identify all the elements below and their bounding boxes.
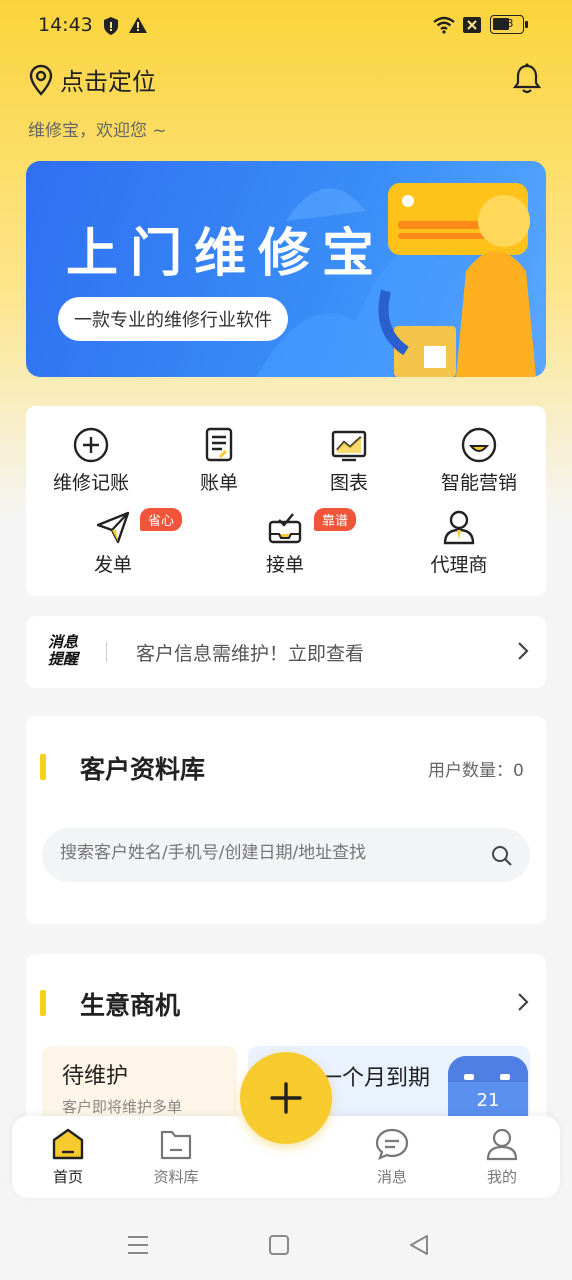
- send-icon: [96, 511, 130, 544]
- person-icon: [443, 510, 475, 545]
- user-icon: [486, 1128, 518, 1161]
- shield-alert-icon: [104, 17, 118, 35]
- status-bar: 14:43 53: [0, 0, 572, 52]
- banner-title: 上门维修宝: [66, 224, 387, 284]
- status-time: 14:43: [38, 14, 93, 36]
- action-label: 代理商: [430, 554, 488, 576]
- chevron-right-icon[interactable]: [516, 991, 530, 1013]
- nav-label: 首页: [52, 1168, 83, 1186]
- battery-level: 53: [499, 17, 514, 30]
- nav-library[interactable]: 资料库: [136, 1126, 216, 1187]
- home-icon: [52, 1128, 84, 1160]
- customer-search-input[interactable]: [60, 843, 480, 863]
- warning-icon: [129, 17, 147, 33]
- notice-bar[interactable]: 消息提醒 客户信息需维护！立即查看: [26, 616, 546, 688]
- battery-icon: 53: [490, 15, 524, 34]
- wifi-icon: [433, 16, 455, 34]
- section-accent-bar: [40, 754, 46, 780]
- section-title: 客户资料库: [80, 755, 206, 784]
- card-title: 待维护: [62, 1064, 129, 1089]
- action-label: 维修记账: [52, 472, 129, 494]
- chevron-right-icon: [518, 642, 529, 660]
- action-label: 智能营销: [440, 472, 517, 494]
- nav-label: 消息: [376, 1168, 407, 1186]
- smile-icon: [461, 427, 497, 463]
- add-button[interactable]: [240, 1052, 332, 1144]
- action-agent[interactable]: 代理商: [404, 508, 514, 577]
- nav-messages[interactable]: 消息: [352, 1126, 432, 1187]
- notice-text: 客户信息需维护！立即查看: [136, 643, 365, 665]
- tag-badge: 省心: [140, 508, 183, 531]
- customer-library-section: 客户资料库 用户数量：0: [26, 716, 546, 924]
- inbox-check-icon: [268, 513, 302, 544]
- action-label: 图表: [329, 472, 368, 494]
- folder-icon: [160, 1130, 192, 1160]
- action-chart[interactable]: 图表: [294, 426, 404, 495]
- back-triangle-icon[interactable]: [408, 1234, 430, 1256]
- bell-icon[interactable]: [510, 62, 544, 96]
- menu-icon[interactable]: [126, 1234, 150, 1256]
- welcome-text: 维修宝，欢迎您 ~: [28, 121, 167, 141]
- notice-divider: [106, 642, 107, 662]
- action-label: 账单: [199, 472, 238, 494]
- document-icon: [205, 427, 233, 462]
- section-title: 生意商机: [80, 991, 181, 1020]
- action-label: 发单: [93, 554, 132, 576]
- nav-label: 资料库: [153, 1168, 199, 1186]
- no-sim-icon: [463, 17, 481, 33]
- section-accent-bar: [40, 990, 46, 1016]
- quick-actions-card: 维修记账 账单 图表 智能营销 发单 省心 接单 靠谱 代理商: [26, 406, 546, 596]
- plus-icon: [270, 1082, 302, 1114]
- chart-icon: [331, 430, 367, 462]
- card-subtitle: 客户即将维护多单: [62, 1098, 183, 1116]
- user-count: 用户数量：0: [428, 761, 524, 781]
- nav-home[interactable]: 首页: [28, 1126, 108, 1187]
- calendar-day: 21: [476, 1090, 500, 1111]
- promo-banner[interactable]: 上门维修宝 一款专业的维修行业软件: [26, 161, 546, 377]
- notice-badge: 消息提醒: [48, 633, 79, 668]
- card-title: 一个月到期: [320, 1066, 431, 1091]
- location-pin-icon: [29, 64, 53, 96]
- location-label: 点击定位: [60, 68, 156, 96]
- action-label: 接单: [265, 554, 304, 576]
- home-square-icon[interactable]: [268, 1234, 290, 1256]
- action-repair-record[interactable]: 维修记账: [36, 426, 146, 495]
- banner-subtitle: 一款专业的维修行业软件: [58, 297, 288, 341]
- customer-search-bar[interactable]: [42, 828, 530, 882]
- plus-circle-icon: [73, 427, 109, 463]
- system-nav-bar: [0, 1210, 572, 1280]
- action-smart-marketing[interactable]: 智能营销: [424, 426, 534, 495]
- action-bill[interactable]: 账单: [164, 426, 274, 495]
- search-icon[interactable]: [490, 844, 514, 868]
- location-button[interactable]: 点击定位: [28, 62, 156, 97]
- chat-bubble-icon: [375, 1128, 409, 1160]
- nav-label: 我的: [486, 1168, 517, 1186]
- nav-profile[interactable]: 我的: [462, 1126, 542, 1187]
- battery-cap: [525, 21, 528, 28]
- tag-badge: 靠谱: [314, 508, 357, 531]
